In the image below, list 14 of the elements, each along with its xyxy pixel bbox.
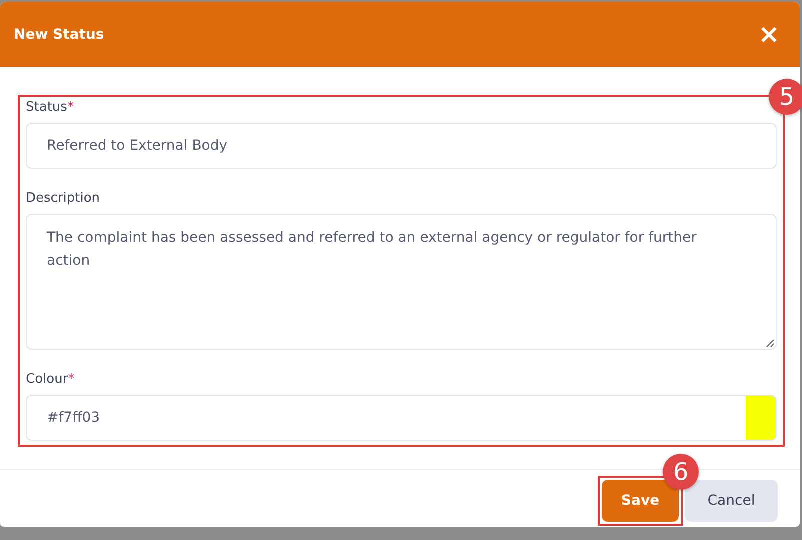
dialog-title: New Status (14, 26, 104, 42)
cancel-button[interactable]: Cancel (685, 480, 778, 522)
step-badge: 6 (663, 454, 699, 490)
field-label: Colour* (26, 372, 75, 387)
field-label: Status* (26, 100, 74, 115)
status-field[interactable]: Referred to External Body (26, 123, 777, 169)
description-field[interactable]: The complaint has been assessed and referred to an external agency or regulator for further action (26, 214, 777, 350)
required-mark: * (68, 372, 75, 387)
resize-grip-icon[interactable] (766, 339, 774, 347)
required-mark: * (67, 100, 74, 115)
field-label: Description (26, 191, 100, 206)
step-badge: 5 (769, 79, 802, 115)
colour-swatch[interactable] (746, 396, 776, 440)
colour-field[interactable]: #f7ff03 (26, 395, 777, 441)
